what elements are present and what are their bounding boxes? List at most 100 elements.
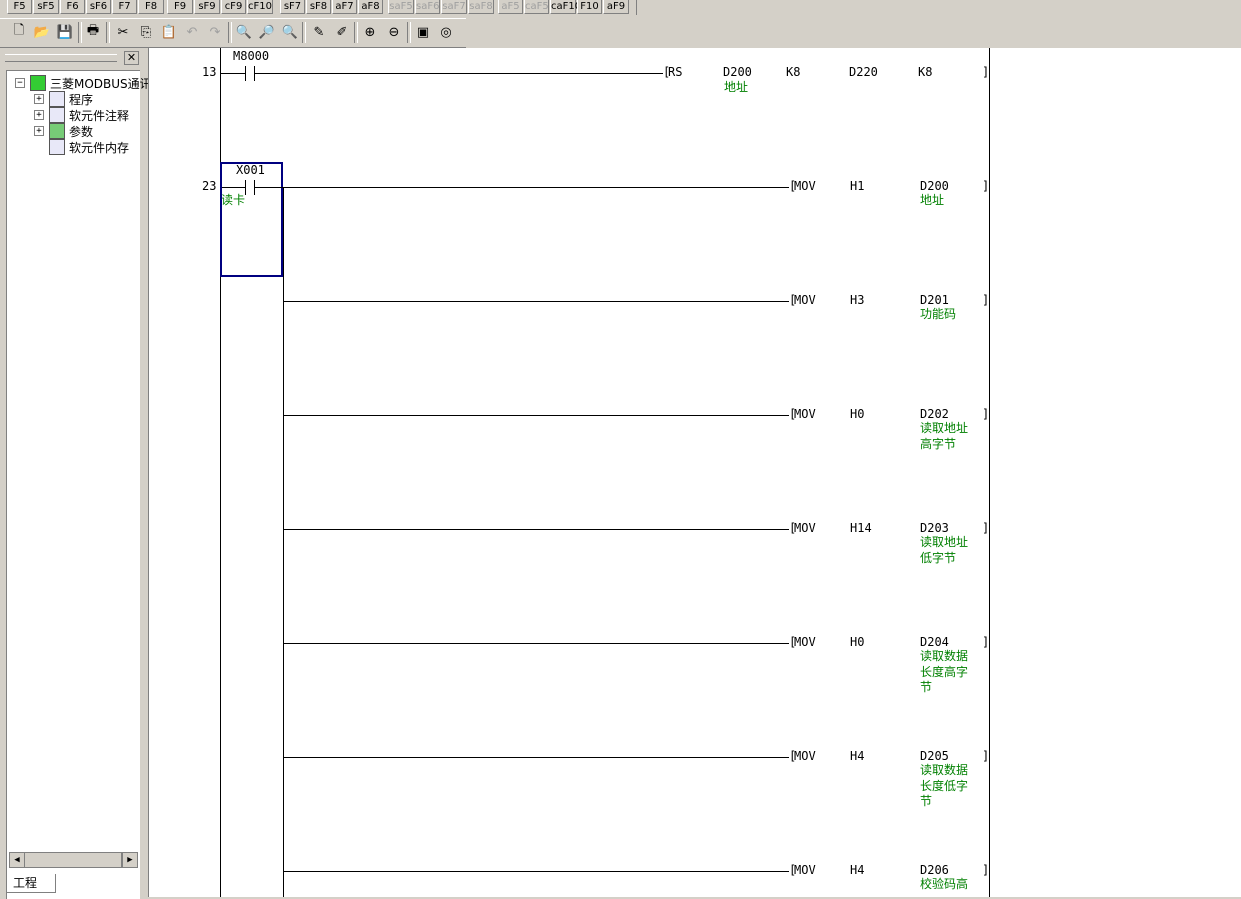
rung-wire — [221, 73, 245, 74]
horizontal-scrollbar[interactable]: ◀ ▶ — [9, 852, 138, 868]
fkey-saf7-button[interactable]: saF7 — [441, 0, 467, 14]
operand[interactable]: H3 — [850, 293, 864, 307]
device-comment: 读取数据 长度高字 节 — [920, 649, 969, 694]
fkey-saf6-button[interactable]: saF6 — [415, 0, 440, 14]
operand[interactable]: H0 — [850, 407, 864, 421]
operand[interactable]: D220 — [849, 65, 878, 79]
expand-icon[interactable]: + — [34, 110, 44, 120]
fkey-af7-button[interactable]: aF7 — [332, 0, 357, 14]
fkey-af5-button[interactable]: aF5 — [498, 0, 523, 14]
fkey-saf5-button[interactable]: saF5 — [388, 0, 414, 14]
operand[interactable]: H14 — [850, 521, 872, 535]
fkey-sf6-button[interactable]: sF6 — [86, 0, 111, 14]
operand[interactable]: H0 — [850, 635, 864, 649]
rung-wire — [255, 187, 789, 188]
edit-cursor[interactable] — [220, 162, 283, 277]
instruction[interactable]: MOV — [794, 863, 816, 877]
instr-bracket: ] — [982, 749, 990, 763]
redo-icon[interactable]: ↷ — [205, 22, 225, 42]
instruction[interactable]: MOV — [794, 179, 816, 193]
fkey-sf5-button[interactable]: sF5 — [33, 0, 59, 14]
find-step-icon[interactable]: 🔍 — [280, 22, 300, 42]
instruction[interactable]: MOV — [794, 521, 816, 535]
operand[interactable]: D204 — [920, 635, 949, 649]
cut-icon[interactable]: ✂ — [113, 22, 133, 42]
right-power-rail — [989, 48, 990, 897]
operand[interactable]: D200 — [920, 179, 949, 193]
tree-item-device-comment[interactable]: 软元件注释 — [69, 107, 129, 124]
device-batch-icon[interactable]: ◎ — [436, 22, 456, 42]
tab-project[interactable]: 工程 — [6, 874, 56, 893]
fkey-f6-button[interactable]: F6 — [60, 0, 85, 14]
find-device-icon[interactable]: 🔍 — [234, 22, 254, 42]
save-icon[interactable]: 💾 — [55, 22, 75, 42]
rung-wire — [284, 415, 789, 416]
fkey-sf8-button[interactable]: sF8 — [306, 0, 331, 14]
expand-icon[interactable]: + — [34, 126, 44, 136]
operand[interactable]: D202 — [920, 407, 949, 421]
tree-root-label[interactable]: 三菱MODBUS通讯 — [50, 75, 152, 92]
expand-icon[interactable]: + — [34, 94, 44, 104]
open-folder-icon[interactable]: 📂 — [32, 22, 52, 42]
instruction[interactable]: MOV — [794, 407, 816, 421]
operand[interactable]: D206 — [920, 863, 949, 877]
tree-item-program[interactable]: 程序 — [69, 91, 93, 108]
tree-item-device-memory[interactable]: 软元件内存 — [69, 139, 129, 156]
operand[interactable]: H4 — [850, 749, 864, 763]
operand[interactable]: D200 — [723, 65, 752, 79]
fkey-f7-button[interactable]: F7 — [112, 0, 137, 14]
fkey-sf7-button[interactable]: sF7 — [280, 0, 305, 14]
fkey-af9-button[interactable]: aF9 — [603, 0, 629, 14]
operand[interactable]: D205 — [920, 749, 949, 763]
ladder-editor[interactable]: 13 M8000 [ RS D200 地址 K8 D220 K8 ] 23 X0… — [148, 48, 1241, 897]
paste-icon[interactable]: 📋 — [159, 22, 179, 42]
monitor-icon[interactable]: ▣ — [413, 22, 433, 42]
print-icon[interactable]: 🖶 — [83, 22, 103, 42]
zoom-out-icon[interactable]: ⊖ — [384, 22, 404, 42]
zoom-in-icon[interactable]: ⊕ — [360, 22, 380, 42]
instruction[interactable]: RS — [668, 65, 682, 79]
operand[interactable]: H4 — [850, 863, 864, 877]
branch-rail — [283, 187, 284, 897]
instruction[interactable]: MOV — [794, 635, 816, 649]
operand[interactable]: K8 — [786, 65, 800, 79]
comment-edit-icon[interactable]: ✎ — [309, 22, 329, 42]
device-comment: 读取地址 高字节 — [920, 421, 969, 451]
undo-icon[interactable]: ↶ — [182, 22, 202, 42]
fkey-f10-button[interactable]: F10 — [577, 0, 602, 14]
tree-item-parameter[interactable]: 参数 — [69, 123, 93, 140]
fkey-cf10-button[interactable]: cF10 — [247, 0, 273, 14]
operand[interactable]: D201 — [920, 293, 949, 307]
fkey-saf8-button[interactable]: saF8 — [468, 0, 494, 14]
scroll-left-icon[interactable]: ◀ — [9, 852, 25, 868]
toolbar-separator — [228, 22, 232, 43]
fkey-cf9-button[interactable]: cF9 — [221, 0, 246, 14]
fkey-af8-button[interactable]: aF8 — [358, 0, 383, 14]
instruction[interactable]: MOV — [794, 293, 816, 307]
new-file-icon[interactable]: 🗋 — [9, 22, 29, 42]
collapse-icon[interactable]: − — [15, 78, 25, 88]
instruction[interactable]: MOV — [794, 749, 816, 763]
fkey-sf9-button[interactable]: sF9 — [194, 0, 220, 14]
fkey-caf5-button[interactable]: caF5 — [524, 0, 549, 14]
instr-bracket: ] — [982, 521, 990, 535]
scroll-right-icon[interactable]: ▶ — [122, 852, 138, 868]
find-instruction-icon[interactable]: 🔎 — [257, 22, 277, 42]
statement-edit-icon[interactable]: ✐ — [332, 22, 352, 42]
fkey-f5-button[interactable]: F5 — [7, 0, 32, 14]
operand[interactable]: K8 — [918, 65, 932, 79]
fkey-caf10-button[interactable]: caF10 — [550, 0, 581, 14]
rung-wire — [255, 73, 663, 74]
parameter-icon — [49, 123, 65, 139]
fkey-f8-button[interactable]: F8 — [138, 0, 164, 14]
operand[interactable]: D203 — [920, 521, 949, 535]
close-icon[interactable]: ✕ — [124, 51, 139, 65]
operand[interactable]: H1 — [850, 179, 864, 193]
panel-grip[interactable] — [5, 54, 117, 62]
step-number: 23 — [202, 179, 217, 193]
copy-icon[interactable]: ⎘ — [136, 22, 156, 42]
fkey-f9-button[interactable]: F9 — [167, 0, 193, 14]
step-number: 13 — [202, 65, 217, 79]
scroll-thumb[interactable] — [24, 852, 122, 868]
device-memory-icon — [49, 139, 65, 155]
